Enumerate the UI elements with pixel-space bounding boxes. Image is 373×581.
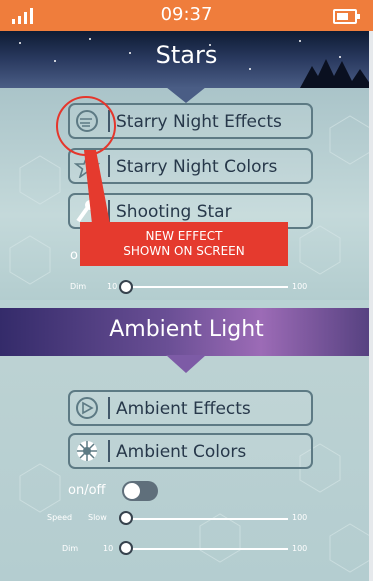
stars-header-pointer bbox=[166, 87, 206, 103]
play-triangle-icon bbox=[76, 397, 98, 419]
stars-title: Stars bbox=[155, 41, 218, 69]
option-label: Shooting Star bbox=[116, 202, 232, 222]
status-time: 09:37 bbox=[160, 4, 213, 25]
highlight-circle bbox=[56, 96, 116, 156]
ambient-colors-button[interactable]: Ambient Colors bbox=[68, 433, 313, 469]
ambient-title: Ambient Light bbox=[109, 317, 264, 342]
status-bar: 09:37 bbox=[0, 0, 373, 31]
dim-slider-track[interactable] bbox=[122, 548, 288, 550]
dim-slider-knob[interactable] bbox=[119, 280, 133, 294]
ambient-effects-button[interactable]: Ambient Effects bbox=[68, 390, 313, 426]
callout-line2: SHOWN ON SCREEN bbox=[123, 244, 245, 258]
separator bbox=[108, 397, 110, 419]
dim-slider-track[interactable] bbox=[122, 286, 288, 288]
speed-slider-knob[interactable] bbox=[119, 511, 133, 525]
dim-min-label: 10 bbox=[107, 282, 118, 291]
stars-header: Stars bbox=[0, 31, 373, 88]
new-effect-callout: NEW EFFECT SHOWN ON SCREEN bbox=[80, 222, 288, 266]
speed-min-label: Slow bbox=[88, 513, 107, 522]
option-label: Starry Night Effects bbox=[116, 112, 282, 132]
callout-line1: NEW EFFECT bbox=[145, 229, 223, 243]
right-edge-strip bbox=[369, 31, 373, 581]
speed-max-label: 100 bbox=[292, 513, 308, 522]
dim-min-label: 10 bbox=[103, 544, 114, 553]
toggle-thumb[interactable] bbox=[124, 483, 140, 499]
separator bbox=[108, 440, 110, 462]
dim-slider-knob[interactable] bbox=[119, 541, 133, 555]
partial-onoff-label: o bbox=[70, 248, 78, 263]
shooting-star-icon bbox=[76, 200, 95, 223]
option-label: Ambient Colors bbox=[116, 442, 247, 462]
dim-label: Dim bbox=[62, 544, 79, 553]
onoff-toggle[interactable] bbox=[122, 481, 158, 501]
speed-slider-track[interactable] bbox=[122, 518, 288, 520]
starry-night-colors-button[interactable]: Starry Night Colors bbox=[68, 148, 313, 184]
option-label: Starry Night Colors bbox=[116, 157, 278, 177]
battery-icon bbox=[333, 9, 360, 24]
dim-label: Dim bbox=[70, 282, 87, 291]
ambient-header: Ambient Light bbox=[0, 308, 373, 356]
speed-label: Speed bbox=[47, 513, 73, 522]
onoff-label: on/off bbox=[68, 483, 106, 498]
ambient-header-pointer bbox=[166, 355, 206, 373]
color-wheel-icon bbox=[77, 441, 97, 461]
dim-max-label: 100 bbox=[292, 544, 308, 553]
star-outline-icon bbox=[74, 154, 100, 178]
option-label: Ambient Effects bbox=[116, 399, 251, 419]
dim-max-label: 100 bbox=[292, 282, 308, 291]
separator bbox=[108, 155, 110, 177]
separator bbox=[108, 200, 110, 222]
